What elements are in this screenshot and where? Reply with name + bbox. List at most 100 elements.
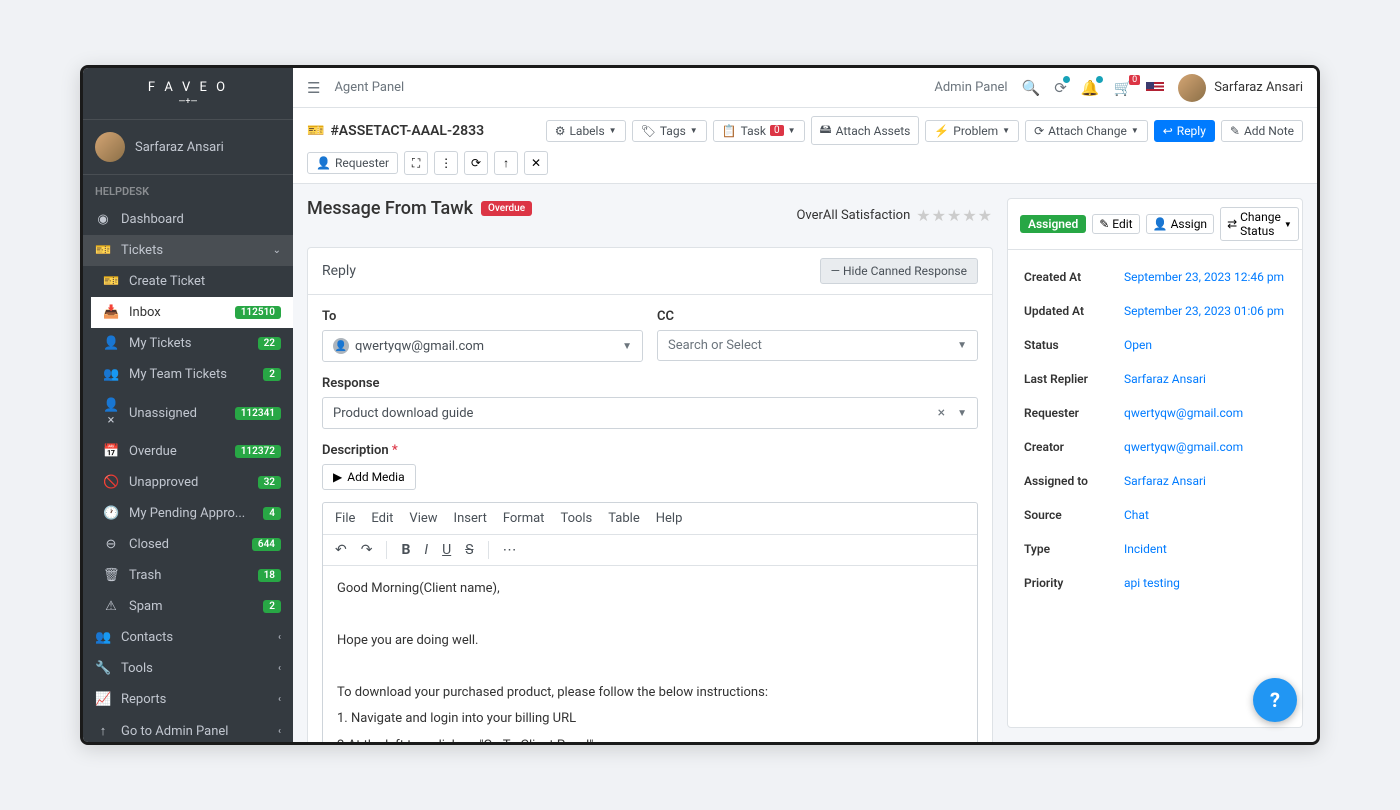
cc-field[interactable]: Search or Select ▼ xyxy=(657,330,978,361)
ticket-id: 🎫 #ASSETACT-AAAL-2833 xyxy=(307,123,484,139)
search-icon[interactable]: 🔍 xyxy=(1022,79,1041,97)
meta-value[interactable]: qwertyqw@gmail.com xyxy=(1124,406,1286,420)
bell-icon[interactable]: 🔔 xyxy=(1081,79,1100,97)
attach-change-button[interactable]: ⟳Attach Change▼ xyxy=(1025,120,1148,142)
sidebar-item-my-tickets[interactable]: 👤My Tickets22 xyxy=(91,328,293,359)
meta-value[interactable]: September 23, 2023 12:46 pm xyxy=(1124,270,1286,284)
refresh-icon[interactable]: ⟳ xyxy=(464,151,488,175)
sidebar-item-trash[interactable]: 🗑Trash18 xyxy=(91,560,293,591)
meta-value[interactable]: Chat xyxy=(1124,508,1286,522)
icon: 📅 xyxy=(103,444,119,459)
italic-button[interactable]: I xyxy=(424,542,428,558)
sidebar-item-label: Trash xyxy=(129,568,248,583)
reply-button[interactable]: ↩Reply xyxy=(1154,120,1215,142)
help-fab[interactable]: ? xyxy=(1253,678,1297,722)
more-icon[interactable]: ⋯ xyxy=(503,542,517,558)
labels-button[interactable]: ⚙Labels▼ xyxy=(546,120,626,142)
editor: File Edit View Insert Format Tools Table Help ↶… xyxy=(322,502,978,742)
sidebar-item-create-ticket[interactable]: 🎫Create Ticket xyxy=(91,266,293,297)
meta-value[interactable]: Open xyxy=(1124,338,1286,352)
overdue-badge: Overdue xyxy=(481,201,532,216)
ticket-title: Message From Tawk xyxy=(307,198,473,219)
meta-value[interactable]: Incident xyxy=(1124,542,1286,556)
sidebar-item-tickets[interactable]: 🎫 Tickets ⌄ xyxy=(83,235,293,266)
requester-button[interactable]: 👤Requester xyxy=(307,152,398,174)
agent-panel-link[interactable]: Agent Panel xyxy=(334,80,404,95)
sidebar-user[interactable]: Sarfaraz Ansari xyxy=(83,120,293,175)
strike-button[interactable]: S xyxy=(465,542,473,558)
editor-menu-file[interactable]: File xyxy=(335,511,355,526)
sidebar-item-inbox[interactable]: 📥Inbox112510 xyxy=(91,297,293,328)
stars-icon[interactable]: ★★★★★ xyxy=(916,206,993,225)
response-field[interactable]: Product download guide × ▼ xyxy=(322,397,978,429)
editor-menu-view[interactable]: View xyxy=(409,511,437,526)
up-icon[interactable]: ↑ xyxy=(494,151,518,175)
clear-icon[interactable]: × xyxy=(938,405,945,421)
cart-icon[interactable]: 🛒0 xyxy=(1114,79,1133,97)
hide-canned-button[interactable]: — Hide Canned Response xyxy=(820,258,978,284)
cc-placeholder: Search or Select xyxy=(668,338,762,353)
sidebar-item-dashboard[interactable]: ◉ Dashboard xyxy=(83,204,293,235)
assign-button[interactable]: 👤 Assign xyxy=(1146,214,1214,234)
sidebar-item-overdue[interactable]: 📅Overdue112372 xyxy=(91,436,293,467)
refresh-icon[interactable]: ⟳ xyxy=(1054,79,1067,97)
meta-value[interactable]: api testing xyxy=(1124,576,1286,590)
meta-key: Updated At xyxy=(1024,304,1124,318)
editor-menu-format[interactable]: Format xyxy=(503,511,545,526)
task-button[interactable]: 📋Task0▼ xyxy=(713,120,805,142)
response-value: Product download guide xyxy=(333,406,473,421)
bold-button[interactable]: B xyxy=(401,542,410,558)
meta-value[interactable]: Sarfaraz Ansari xyxy=(1124,372,1286,386)
sidebar-item-label: Inbox xyxy=(129,305,225,320)
meta-value[interactable]: qwertyqw@gmail.com xyxy=(1124,440,1286,454)
sidebar-item-tools[interactable]: 🔧Tools‹ xyxy=(83,653,293,684)
sidebar-item-my-team-tickets[interactable]: 👥My Team Tickets2 xyxy=(91,359,293,390)
add-media-button[interactable]: ▶ Add Media xyxy=(322,464,416,490)
editor-menu-help[interactable]: Help xyxy=(656,511,683,526)
redo-icon[interactable]: ↷ xyxy=(361,542,373,558)
underline-button[interactable]: U xyxy=(442,542,451,558)
meta-body: Created AtSeptember 23, 2023 12:46 pmUpd… xyxy=(1008,250,1302,610)
meta-value[interactable]: September 23, 2023 01:06 pm xyxy=(1124,304,1286,318)
editor-body[interactable]: Good Morning(Client name), Hope you are … xyxy=(323,566,977,742)
sidebar-item-label: Unassigned xyxy=(129,406,225,421)
sidebar-user-name: Sarfaraz Ansari xyxy=(135,140,224,155)
tags-button[interactable]: 🏷Tags▼ xyxy=(632,120,707,142)
edit-button[interactable]: ✎ Edit xyxy=(1092,214,1139,234)
undo-icon[interactable]: ↶ xyxy=(335,542,347,558)
sidebar-item-my-pending-appro-[interactable]: 🕐My Pending Appro...4 xyxy=(91,498,293,529)
status-badge: Assigned xyxy=(1020,215,1086,233)
editor-menu-table[interactable]: Table xyxy=(608,511,639,526)
meta-key: Assigned to xyxy=(1024,474,1124,488)
meta-row: Assigned toSarfaraz Ansari xyxy=(1024,464,1286,498)
problem-button[interactable]: ⚡Problem▼ xyxy=(925,120,1019,142)
icon: ⚠ xyxy=(103,599,119,614)
add-note-button[interactable]: ✎Add Note xyxy=(1221,120,1303,142)
meta-value[interactable]: Sarfaraz Ansari xyxy=(1124,474,1286,488)
sidebar-item-contacts[interactable]: 👥Contacts‹ xyxy=(83,622,293,653)
close-icon[interactable]: ✕ xyxy=(524,151,548,175)
to-label: To xyxy=(322,309,643,324)
topbar-user[interactable]: Sarfaraz Ansari xyxy=(1178,74,1303,102)
logo: F A V E O —+— xyxy=(83,68,293,120)
editor-menu-insert[interactable]: Insert xyxy=(454,511,487,526)
sidebar-item-closed[interactable]: ⊖Closed644 xyxy=(91,529,293,560)
to-field[interactable]: 👤 qwertyqw@gmail.com ▼ xyxy=(322,330,643,362)
sidebar-item-reports[interactable]: 📈Reports‹ xyxy=(83,684,293,715)
sidebar-item-unassigned[interactable]: 👤×Unassigned112341 xyxy=(91,390,293,436)
menu-toggle-icon[interactable]: ☰ xyxy=(307,79,320,97)
editor-menu-edit[interactable]: Edit xyxy=(371,511,393,526)
count-badge: 2 xyxy=(263,368,281,381)
flag-icon[interactable] xyxy=(1146,82,1164,94)
count-badge: 4 xyxy=(263,507,281,520)
sidebar-item-spam[interactable]: ⚠Spam2 xyxy=(91,591,293,622)
sidebar-item-label: Create Ticket xyxy=(129,274,281,289)
sidebar-item-go-to-admin-panel[interactable]: ↑Go to Admin Panel‹ xyxy=(83,715,293,745)
admin-panel-link[interactable]: Admin Panel xyxy=(934,80,1007,95)
change-status-button[interactable]: ⇄ Change Status ▼ xyxy=(1220,207,1299,241)
expand-icon[interactable]: ⛶ xyxy=(404,151,428,175)
sidebar-item-unapproved[interactable]: 🚫Unapproved32 xyxy=(91,467,293,498)
editor-menu-tools[interactable]: Tools xyxy=(560,511,592,526)
attach-assets-button[interactable]: 🖴Attach Assets xyxy=(811,116,920,145)
more-icon[interactable]: ⋮ xyxy=(434,151,458,175)
